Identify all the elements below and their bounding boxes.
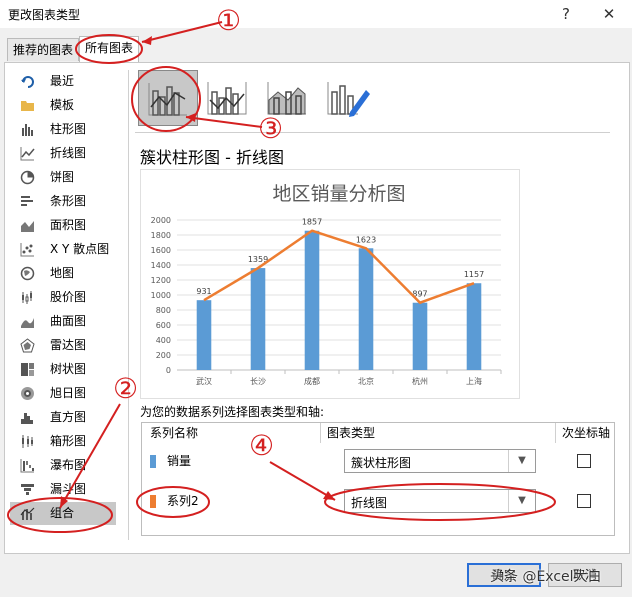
annotation-ellipse-combo [7,497,113,533]
annotation-ellipse-subtype [131,66,201,132]
annotation-arrow-1 [141,21,223,43]
annotation-ellipse-series2 [136,486,210,518]
annotation-marker-1: ① [216,4,242,37]
annotation-arrow-3 [185,116,263,128]
arrowhead-1 [142,36,152,45]
annotation-marker-2: ② [113,372,139,405]
annotation-marker-4: ④ [249,429,275,462]
annotation-arrow-2 [59,403,121,509]
annotation-marker-3: ③ [258,112,284,145]
annotation-arrow-4 [269,461,336,501]
annotation-ellipse-linetype [324,483,556,521]
annotation-overlay [7,21,556,533]
annotation-ellipse-tab [75,34,143,64]
